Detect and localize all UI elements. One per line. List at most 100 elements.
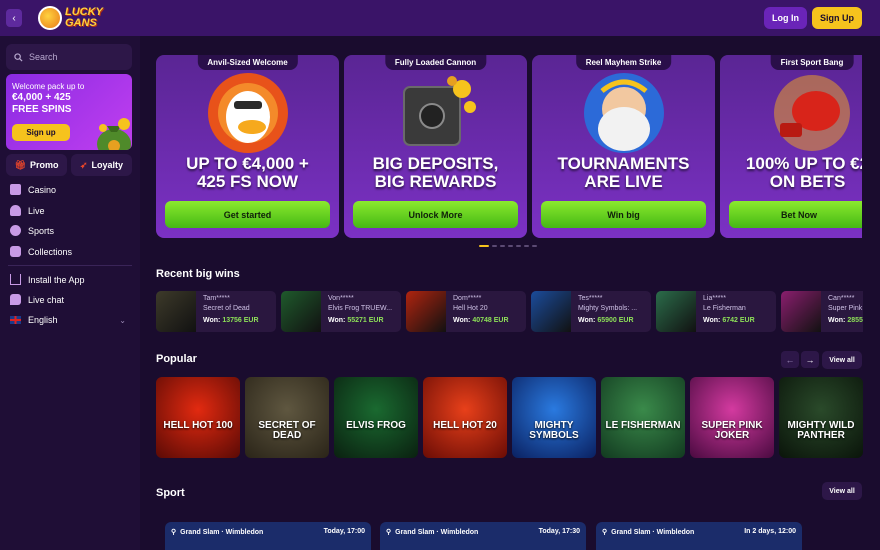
game-title: HELL HOT 20: [433, 420, 497, 431]
won-label: Won:: [828, 317, 846, 324]
game-tile[interactable]: HELL HOT 100: [156, 377, 240, 458]
banner-title: BIG DEPOSITS, BIG REWARDS: [372, 154, 499, 191]
win-user: Lia*****: [703, 295, 726, 302]
game-tile[interactable]: ELVIS FROG: [334, 377, 418, 458]
win-user: Von*****: [328, 295, 354, 302]
search-icon: [14, 52, 23, 62]
banner-welcome[interactable]: Anvil-Sized Welcome UP TO €4,000 +425 FS…: [156, 55, 339, 238]
scroll-left-button[interactable]: ←: [781, 351, 799, 368]
banner-title: UP TO €4,000 +425 FS NOW: [186, 154, 309, 191]
popular-title: Popular: [156, 353, 197, 365]
game-tile[interactable]: SUPER PINK JOKER: [690, 377, 774, 458]
banner-tag: Reel Mayhem Strike: [575, 55, 672, 70]
gift-icon: 🎁︎: [14, 159, 26, 170]
rocket-icon: ➶: [79, 159, 88, 170]
sidebar-item-live-chat[interactable]: Live chat: [10, 294, 64, 305]
banner-deposits[interactable]: Fully Loaded Cannon BIG DEPOSITS, BIG REW…: [344, 55, 527, 238]
win-game: Le Fisherman: [703, 305, 746, 312]
get-started-button[interactable]: Get started: [165, 201, 330, 228]
arrow-left-icon: ←: [785, 354, 795, 365]
carousel-dot[interactable]: [516, 245, 521, 247]
sport-view-all-button[interactable]: View all: [822, 482, 862, 500]
tennis-icon: ⚲: [171, 529, 177, 536]
download-icon: [10, 274, 21, 285]
ball-icon: [10, 225, 21, 236]
won-label: Won:: [203, 317, 221, 324]
bet-now-button[interactable]: Bet Now: [729, 201, 862, 228]
recent-win-card[interactable]: Tam***** Secret of Dead Won: 13756 EUR: [156, 291, 276, 332]
collapse-sidebar-button[interactable]: ‹: [6, 9, 22, 27]
game-title: SECRET OF DEAD: [258, 420, 316, 441]
win-game: Hell Hot 20: [453, 305, 488, 312]
win-amount: Won: 40748 EUR: [453, 317, 509, 324]
recent-win-card[interactable]: Lia***** Le Fisherman Won: 6742 EUR: [656, 291, 776, 332]
game-thumbnail: [156, 291, 196, 332]
welcome-promo-card[interactable]: Welcome pack up to €4,000 + 425 FREE SPI…: [6, 74, 132, 150]
promo-line1: Welcome pack up to: [12, 82, 85, 91]
game-title: MIGHTY WILD PANTHER: [787, 420, 855, 441]
promo-button[interactable]: 🎁︎ Promo: [6, 154, 67, 176]
sidebar-item-live[interactable]: Live: [10, 205, 45, 216]
recent-win-card[interactable]: Can***** Super Pink Won: 2855: [781, 291, 863, 332]
win-big-button[interactable]: Win big: [541, 201, 706, 228]
recent-win-card[interactable]: Tes***** Mighty Symbols: ... Won: 65900 EU…: [531, 291, 651, 332]
game-title: MIGHTY SYMBOLS: [529, 420, 579, 441]
carousel-dot[interactable]: [492, 245, 497, 247]
logo[interactable]: LUCKY GANS: [38, 4, 103, 32]
win-game: Super Pink: [828, 305, 863, 312]
game-tile[interactable]: SECRET OF DEAD: [245, 377, 329, 458]
win-user: Dom*****: [453, 295, 482, 302]
game-title: ELVIS FROG: [346, 420, 406, 431]
sidebar: Search Welcome pack up to €4,000 + 425 F…: [0, 36, 140, 550]
zeus-mascot-icon: [584, 73, 664, 153]
game-tile[interactable]: MIGHTY WILD PANTHER: [779, 377, 863, 458]
language-selector[interactable]: English ⌄: [10, 315, 130, 325]
game-tile[interactable]: HELL HOT 20: [423, 377, 507, 458]
recent-win-card[interactable]: Dom***** Hell Hot 20 Won: 40748 EUR: [406, 291, 526, 332]
carousel-dot[interactable]: [479, 245, 489, 247]
chevron-down-icon: ⌄: [119, 315, 126, 325]
sidebar-item-collections[interactable]: Collections: [10, 246, 72, 257]
popular-view-all-button[interactable]: View all: [822, 351, 862, 369]
banner-tournaments[interactable]: Reel Mayhem Strike TOURNAMENTS ARE LIVE W…: [532, 55, 715, 238]
game-tile[interactable]: MIGHTY SYMBOLS: [512, 377, 596, 458]
sidebar-item-install-app[interactable]: Install the App: [10, 274, 85, 285]
game-title: HELL HOT 100: [163, 420, 233, 431]
win-game: Mighty Symbols: ...: [578, 305, 638, 312]
sport-match-card[interactable]: ⚲ Grand Slam · Wimbledon Today, 17:30: [380, 522, 586, 550]
carousel-dots: [479, 245, 537, 247]
sport-match-card[interactable]: ⚲ Grand Slam · Wimbledon Today, 17:00: [165, 522, 371, 550]
uk-flag-icon: [10, 316, 21, 324]
win-user: Tam*****: [203, 295, 230, 302]
search-input[interactable]: Search: [6, 44, 132, 70]
sidebar-item-sports[interactable]: Sports: [10, 225, 54, 236]
recent-win-card[interactable]: Von***** Elvis Frog TRUEW... Won: 55271 EU…: [281, 291, 401, 332]
scroll-right-button[interactable]: →: [801, 351, 819, 368]
carousel-dot[interactable]: [500, 245, 505, 247]
won-label: Won:: [578, 317, 596, 324]
won-label: Won:: [703, 317, 721, 324]
money-bag-icon: [97, 118, 131, 150]
sidebar-item-casino[interactable]: Casino: [10, 184, 56, 195]
banner-tag: Fully Loaded Cannon: [384, 55, 487, 70]
game-tile[interactable]: LE FISHERMAN: [601, 377, 685, 458]
banner-title: 100% UP TO €2 ON BETS: [745, 154, 862, 191]
promo-signup-button[interactable]: Sign up: [12, 124, 70, 141]
carousel-dot[interactable]: [524, 245, 529, 247]
signup-button[interactable]: Sign Up: [812, 7, 862, 29]
sport-match-card[interactable]: ⚲ Grand Slam · Wimbledon In 2 days, 12:00: [596, 522, 802, 550]
banner-sport[interactable]: First Sport Bang 100% UP TO €2 ON BETS Be…: [720, 55, 862, 238]
logo-mascot-icon: [38, 6, 62, 30]
game-thumbnail: [281, 291, 321, 332]
loyalty-button[interactable]: ➶ Loyalty: [71, 154, 132, 176]
unlock-more-button[interactable]: Unlock More: [353, 201, 518, 228]
logo-text: LUCKY GANS: [65, 6, 103, 29]
game-title: SUPER PINK JOKER: [701, 420, 763, 441]
main-content: Anvil-Sized Welcome UP TO €4,000 +425 FS…: [140, 36, 880, 550]
carousel-dot[interactable]: [532, 245, 537, 247]
tennis-icon: ⚲: [386, 529, 392, 536]
win-user: Can*****: [828, 295, 855, 302]
win-game: Elvis Frog TRUEW...: [328, 305, 393, 312]
carousel-dot[interactable]: [508, 245, 513, 247]
login-button[interactable]: Log In: [764, 7, 807, 29]
